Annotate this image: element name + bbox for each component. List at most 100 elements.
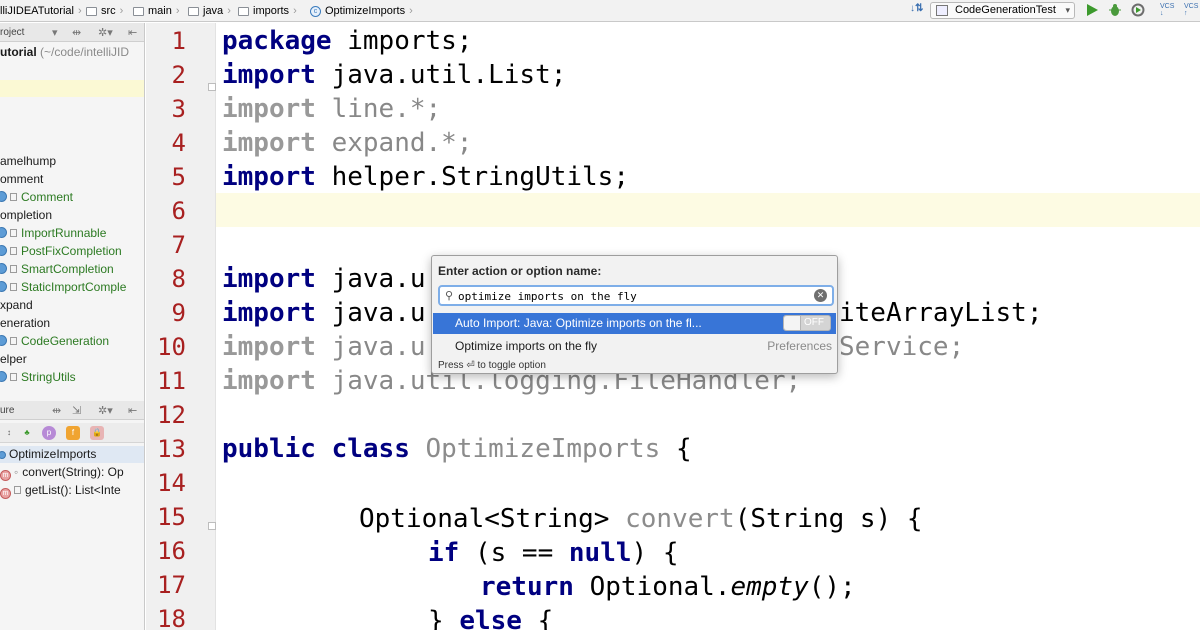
popup-hint: Press ⏎ to toggle option <box>438 360 546 371</box>
line-number: 6 <box>171 197 186 225</box>
tree-item-class[interactable]: Comment <box>0 189 73 206</box>
code-line[interactable]: package imports; <box>222 24 472 58</box>
tree-item-class[interactable]: PostFixCompletion <box>0 243 122 260</box>
code-line[interactable]: Optional<String> convert(String s) { <box>359 502 923 536</box>
clear-search-icon[interactable]: ✕ <box>814 289 827 302</box>
vcs-label: VCS <box>1184 3 1199 10</box>
structure-member[interactable]: m getList(): List<Inte <box>0 482 121 499</box>
code-line[interactable]: } else { <box>428 604 553 630</box>
action-search-input[interactable] <box>458 288 808 304</box>
breadcrumb-item-main[interactable]: main › <box>133 4 180 18</box>
breadcrumb-item-project[interactable]: lliJIDEATutorial › <box>0 4 82 18</box>
structure-member-label: getList(): List<Inte <box>25 483 121 497</box>
chevron-down-icon[interactable]: ▾ <box>52 26 58 39</box>
code-line-tail[interactable]: iteArrayList; <box>839 296 1043 330</box>
coverage-icon[interactable] <box>1131 3 1145 17</box>
line-number: 12 <box>157 401 186 429</box>
action-result-item[interactable]: Optimize imports on the fly Preferences <box>433 336 836 356</box>
breadcrumb-item-optimizeimports[interactable]: c OptimizeImports › <box>310 4 413 18</box>
tree-item-class[interactable]: StringUtils <box>0 369 76 386</box>
gear-icon[interactable]: ✲▾ <box>98 404 113 417</box>
sort-alpha-icon[interactable]: ↕ <box>2 426 16 440</box>
tree-item-label: SmartCompletion <box>21 262 114 276</box>
show-fields-icon[interactable]: f <box>66 426 80 440</box>
code-line-unused-import[interactable]: import line.*; <box>222 92 441 126</box>
lock-icon <box>10 265 17 273</box>
vcs-commit-icon[interactable]: VCS ↑ <box>1184 3 1198 17</box>
code-line[interactable]: public class OptimizeImports { <box>222 432 692 466</box>
debug-icon[interactable] <box>1108 3 1122 17</box>
code-line-tail[interactable]: Service; <box>839 330 964 364</box>
code-line[interactable]: import java.u <box>222 296 426 330</box>
action-result-label: Optimize imports on the fly <box>455 339 598 353</box>
tree-item-package[interactable]: amelhump <box>0 153 56 170</box>
code-line-unused-import[interactable]: import expand.*; <box>222 126 472 160</box>
chevron-down-icon: ▾ <box>1065 5 1070 15</box>
tree-item-package[interactable]: ompletion <box>0 207 52 224</box>
option-toggle-switch[interactable]: OFF <box>783 315 831 331</box>
tree-item-class[interactable]: ImportRunnable <box>0 225 106 242</box>
collapse-all-icon[interactable]: ⇹ <box>72 26 81 39</box>
collapse-all-icon[interactable]: ⇹ <box>52 404 61 417</box>
tree-item-class[interactable]: SmartCompletion <box>0 261 114 278</box>
fold-marker-icon[interactable] <box>208 522 216 530</box>
structure-class[interactable]: OptimizeImports <box>0 446 96 463</box>
lock-icon <box>14 486 21 494</box>
run-configuration-dropdown[interactable]: CodeGenerationTest ▾ <box>930 2 1075 19</box>
hide-panel-icon[interactable]: ⇤ <box>128 404 137 417</box>
breadcrumb-item-src[interactable]: src › <box>86 4 123 18</box>
gear-icon[interactable]: ✲▾ <box>98 26 113 39</box>
vcs-update-icon[interactable]: VCS ↓ <box>1160 3 1174 17</box>
tree-item-package[interactable]: omment <box>0 171 43 188</box>
breadcrumb-label: main <box>148 5 172 17</box>
breadcrumb-label: src <box>101 5 116 17</box>
sort-icon[interactable]: ↓⇅ <box>910 3 923 14</box>
expand-all-icon[interactable]: ⇲ <box>72 404 81 417</box>
line-number: 15 <box>157 503 186 531</box>
code-line[interactable]: return Optional.empty(); <box>480 570 856 604</box>
editor-gutter[interactable]: 1 2 3 4 5 6 7 8 9 10 11 12 13 14 15 16 17 18 <box>146 23 216 630</box>
tree-item-class[interactable]: CodeGeneration <box>0 333 109 350</box>
lock-icon <box>10 337 17 345</box>
fold-marker-icon[interactable] <box>208 83 216 91</box>
tree-item-package[interactable]: eneration <box>0 315 50 332</box>
tree-item-package[interactable]: xpand <box>0 297 33 314</box>
line-number: 18 <box>157 605 186 630</box>
run-config-icon <box>936 5 948 16</box>
show-non-public-icon[interactable]: 🔒 <box>90 426 104 440</box>
line-number: 11 <box>157 367 186 395</box>
lock-icon <box>10 247 17 255</box>
code-line[interactable]: import java.u <box>222 262 426 296</box>
code-line[interactable]: if (s == null) { <box>428 536 678 570</box>
tree-item-package[interactable]: elper <box>0 351 27 368</box>
tree-item-label: amelhump <box>0 154 57 168</box>
structure-panel-header: ure ⇹ ⇲ ✲▾ ⇤ <box>0 401 144 420</box>
project-panel-header: roject ▾ ⇹ ✲▾ ⇤ <box>0 23 144 42</box>
structure-toolbar: ↕ ♣ p f 🔒 <box>0 423 144 443</box>
run-config-label: CodeGenerationTest <box>955 4 1056 16</box>
show-properties-icon[interactable]: p <box>42 426 56 440</box>
run-icon[interactable] <box>1085 3 1099 17</box>
vcs-label: VCS <box>1160 3 1175 10</box>
code-line[interactable]: import java.util.List; <box>222 58 566 92</box>
breadcrumb-label: java <box>203 5 224 17</box>
code-line[interactable]: import helper.StringUtils; <box>222 160 629 194</box>
breadcrumb-label: OptimizeImports <box>325 5 406 17</box>
code-line-unused-import[interactable]: import java.u <box>222 330 426 364</box>
breadcrumb-item-java[interactable]: java › <box>188 4 231 18</box>
action-result-item-selected[interactable]: Auto Import: Java: Optimize imports on t… <box>433 313 836 334</box>
structure-member[interactable]: m ◦ convert(String): Op <box>0 464 124 481</box>
lock-icon <box>10 229 17 237</box>
class-icon <box>0 451 6 459</box>
class-icon <box>0 191 7 202</box>
project-root[interactable]: utorial (~/code/intelliJID <box>0 44 129 61</box>
inherited-icon[interactable]: ♣ <box>20 426 34 440</box>
hide-panel-icon[interactable]: ⇤ <box>128 26 137 39</box>
project-tool-window: roject ▾ ⇹ ✲▾ ⇤ utorial (~/code/intelliJ… <box>0 23 145 630</box>
line-number: 1 <box>171 27 186 55</box>
breadcrumb-item-imports[interactable]: imports › <box>238 4 297 18</box>
action-search-field[interactable]: ⚲ ✕ <box>438 285 834 306</box>
tree-item-class[interactable]: StaticImportComple <box>0 279 126 296</box>
class-icon: c <box>310 5 321 17</box>
line-number: 7 <box>171 231 186 259</box>
